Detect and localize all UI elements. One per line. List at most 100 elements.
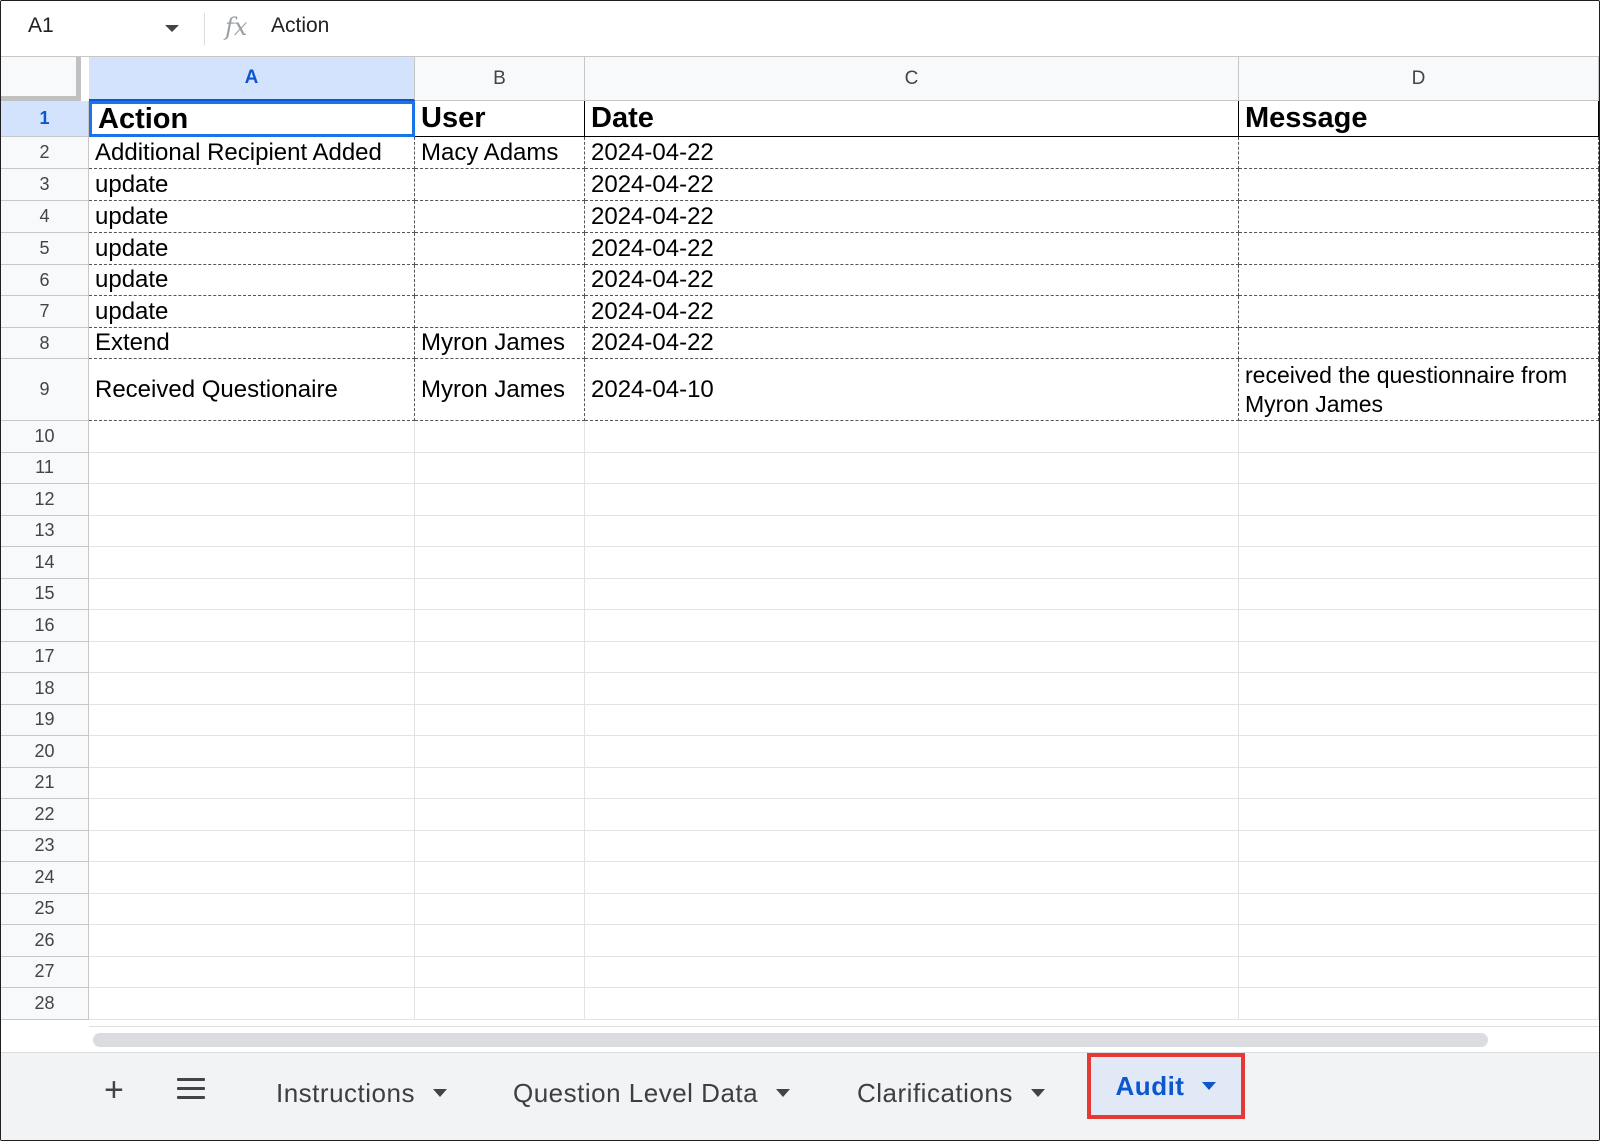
row-header-23[interactable]: 23 <box>1 830 89 862</box>
cell-a25[interactable] <box>89 893 415 925</box>
row-header-1[interactable]: 1 <box>1 101 89 137</box>
select-all-corner[interactable] <box>1 57 81 101</box>
all-sheets-menu-icon[interactable] <box>177 1078 205 1100</box>
row-header-27[interactable]: 27 <box>1 956 89 988</box>
cell-c14[interactable] <box>585 547 1239 579</box>
cell-d12[interactable] <box>1239 484 1599 516</box>
cell-d11[interactable] <box>1239 452 1599 484</box>
row-header-2[interactable]: 2 <box>1 137 89 169</box>
cell-d28[interactable] <box>1239 988 1599 1020</box>
cell-b6[interactable] <box>415 265 585 296</box>
row-header-3[interactable]: 3 <box>1 169 89 201</box>
cell-b16[interactable] <box>415 610 585 642</box>
cell-b15[interactable] <box>415 578 585 610</box>
cell-d1[interactable]: Message <box>1239 101 1599 137</box>
formula-input[interactable]: Action <box>271 14 329 38</box>
cell-d19[interactable] <box>1239 704 1599 736</box>
cell-a22[interactable] <box>89 799 415 831</box>
cell-a10[interactable] <box>89 421 415 453</box>
cell-a20[interactable] <box>89 736 415 768</box>
row-header-6[interactable]: 6 <box>1 265 89 296</box>
cell-d3[interactable] <box>1239 169 1599 201</box>
cell-c8[interactable]: 2024-04-22 <box>585 328 1239 359</box>
add-sheet-button[interactable]: + <box>104 1073 124 1107</box>
cell-a12[interactable] <box>89 484 415 516</box>
chevron-down-icon[interactable] <box>776 1089 791 1097</box>
cell-a7[interactable]: update <box>89 296 415 328</box>
row-header-22[interactable]: 22 <box>1 799 89 831</box>
name-box-dropdown-icon[interactable] <box>165 25 179 32</box>
sheet-tab-instructions[interactable]: Instructions <box>276 1067 447 1119</box>
cell-c23[interactable] <box>585 830 1239 862</box>
cell-d25[interactable] <box>1239 893 1599 925</box>
cell-b3[interactable] <box>415 169 585 201</box>
cell-d14[interactable] <box>1239 547 1599 579</box>
cell-b8[interactable]: Myron James <box>415 328 585 359</box>
row-header-14[interactable]: 14 <box>1 547 89 579</box>
cell-b21[interactable] <box>415 767 585 799</box>
cell-d2[interactable] <box>1239 137 1599 169</box>
cell-d22[interactable] <box>1239 799 1599 831</box>
cell-a2[interactable]: Additional Recipient Added <box>89 137 415 169</box>
cell-c11[interactable] <box>585 452 1239 484</box>
chevron-down-icon[interactable] <box>1202 1082 1217 1090</box>
cell-c12[interactable] <box>585 484 1239 516</box>
cell-b9[interactable]: Myron James <box>415 359 585 421</box>
cell-b12[interactable] <box>415 484 585 516</box>
cell-b17[interactable] <box>415 641 585 673</box>
cell-c4[interactable]: 2024-04-22 <box>585 201 1239 233</box>
cell-b19[interactable] <box>415 704 585 736</box>
cell-a18[interactable] <box>89 673 415 705</box>
cell-b20[interactable] <box>415 736 585 768</box>
cell-d8[interactable] <box>1239 328 1599 359</box>
cell-c16[interactable] <box>585 610 1239 642</box>
cell-a5[interactable]: update <box>89 233 415 265</box>
chevron-down-icon[interactable] <box>1030 1089 1045 1097</box>
cell-b1[interactable]: User <box>415 101 585 137</box>
cell-c15[interactable] <box>585 578 1239 610</box>
cell-d5[interactable] <box>1239 233 1599 265</box>
cell-d18[interactable] <box>1239 673 1599 705</box>
cell-c21[interactable] <box>585 767 1239 799</box>
name-box[interactable]: A1 <box>28 14 54 38</box>
cell-c17[interactable] <box>585 641 1239 673</box>
cell-a23[interactable] <box>89 830 415 862</box>
cell-a15[interactable] <box>89 578 415 610</box>
cell-d26[interactable] <box>1239 925 1599 957</box>
row-header-5[interactable]: 5 <box>1 233 89 265</box>
row-header-7[interactable]: 7 <box>1 296 89 328</box>
cell-b26[interactable] <box>415 925 585 957</box>
column-header-b[interactable]: B <box>415 57 585 101</box>
cell-c13[interactable] <box>585 515 1239 547</box>
row-header-15[interactable]: 15 <box>1 578 89 610</box>
cell-c25[interactable] <box>585 893 1239 925</box>
cell-d9[interactable]: received the questionnaire from Myron Ja… <box>1239 359 1599 421</box>
row-header-4[interactable]: 4 <box>1 201 89 233</box>
row-header-24[interactable]: 24 <box>1 862 89 894</box>
cell-b10[interactable] <box>415 421 585 453</box>
row-header-25[interactable]: 25 <box>1 893 89 925</box>
cell-b23[interactable] <box>415 830 585 862</box>
cell-c5[interactable]: 2024-04-22 <box>585 233 1239 265</box>
cell-a27[interactable] <box>89 956 415 988</box>
cell-b27[interactable] <box>415 956 585 988</box>
cell-d16[interactable] <box>1239 610 1599 642</box>
column-header-a[interactable]: A <box>89 57 415 101</box>
cell-a3[interactable]: update <box>89 169 415 201</box>
row-header-17[interactable]: 17 <box>1 641 89 673</box>
row-header-21[interactable]: 21 <box>1 767 89 799</box>
sheet-tab-question-level-data[interactable]: Question Level Data <box>513 1067 791 1119</box>
row-header-8[interactable]: 8 <box>1 328 89 359</box>
cell-c7[interactable]: 2024-04-22 <box>585 296 1239 328</box>
cell-c20[interactable] <box>585 736 1239 768</box>
cell-b5[interactable] <box>415 233 585 265</box>
cell-c9[interactable]: 2024-04-10 <box>585 359 1239 421</box>
row-header-9[interactable]: 9 <box>1 359 89 421</box>
row-header-20[interactable]: 20 <box>1 736 89 768</box>
cell-c27[interactable] <box>585 956 1239 988</box>
cell-c19[interactable] <box>585 704 1239 736</box>
column-header-d[interactable]: D <box>1239 57 1599 101</box>
cell-d4[interactable] <box>1239 201 1599 233</box>
cell-c18[interactable] <box>585 673 1239 705</box>
horizontal-scrollbar[interactable] <box>89 1026 1599 1053</box>
